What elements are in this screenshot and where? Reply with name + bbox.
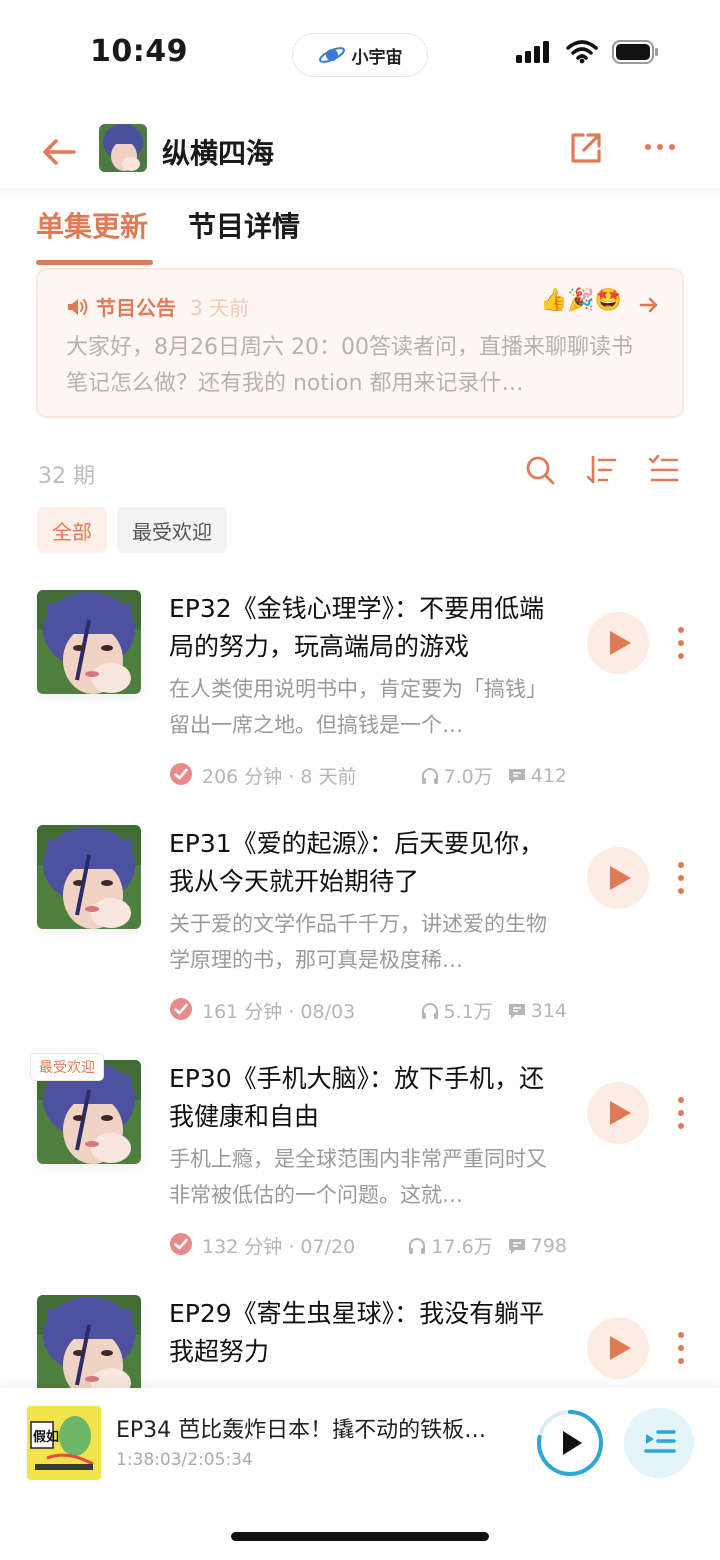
speaker-icon bbox=[68, 298, 88, 315]
playlist-icon bbox=[644, 1430, 676, 1453]
episode-description: 在人类使用说明书中，肯定要为「搞钱」留出一席之地。但搞钱是一个… bbox=[169, 677, 547, 737]
play-icon bbox=[610, 1101, 631, 1125]
app-pill[interactable]: 小宇宙 bbox=[292, 33, 428, 77]
played-check-icon bbox=[170, 763, 192, 785]
signal-icon bbox=[516, 41, 549, 63]
planet-icon bbox=[318, 47, 345, 63]
tab-details[interactable]: 节目详情 bbox=[188, 205, 300, 265]
episode-meta: 132 分钟 · 07/20 17.6万 798 bbox=[169, 1232, 569, 1260]
episode-play-button[interactable] bbox=[587, 1317, 649, 1379]
play-icon bbox=[610, 866, 631, 890]
filter-popular[interactable]: 最受欢迎 bbox=[117, 507, 227, 553]
episode-row[interactable]: EP32《金钱心理学》：不要用低端局的努力，玩高端局的游戏在人类使用说明书中，肯… bbox=[0, 590, 720, 825]
content-tabs: 单集更新 节目详情 bbox=[36, 205, 300, 265]
played-check-icon bbox=[170, 1233, 192, 1255]
announcement-header: 节目公告 3 天前 bbox=[66, 292, 249, 321]
episode-more-icon[interactable] bbox=[676, 626, 686, 660]
play-count: 7.0万 bbox=[443, 766, 493, 788]
battery-icon bbox=[612, 40, 658, 64]
announcement-reactions: 👍🎉🤩 bbox=[540, 288, 623, 313]
tab-episodes[interactable]: 单集更新 bbox=[36, 205, 154, 265]
arrow-right-icon[interactable] bbox=[638, 294, 660, 316]
episode-more-icon[interactable] bbox=[676, 1331, 686, 1365]
episode-cover[interactable] bbox=[37, 590, 141, 694]
player-title: EP34 芭比轰炸日本！撬不动的铁板… bbox=[116, 1418, 487, 1443]
player-play-icon[interactable] bbox=[535, 1408, 605, 1478]
player-cover[interactable]: 假如 bbox=[27, 1406, 101, 1480]
status-time: 10:49 bbox=[90, 34, 188, 69]
announcement-label: 节目公告 bbox=[96, 296, 176, 320]
episode-play-button[interactable] bbox=[587, 1082, 649, 1144]
player-progress-time: 1:38:03/2:05:34 bbox=[116, 1450, 253, 1470]
comment-icon bbox=[508, 1238, 525, 1254]
comment-count: 412 bbox=[530, 764, 567, 787]
headphones-icon bbox=[421, 767, 438, 784]
comment-icon bbox=[508, 1003, 525, 1019]
share-icon[interactable] bbox=[566, 128, 606, 168]
episode-description: 关于爱的文学作品千千万，讲述爱的生物学原理的书，那可真是极度稀… bbox=[169, 912, 547, 972]
search-icon[interactable] bbox=[522, 452, 558, 488]
episode-title[interactable]: EP30《手机大脑》：放下手机，还我健康和自由 bbox=[169, 1060, 569, 1136]
status-icons bbox=[516, 40, 660, 64]
wifi-icon bbox=[566, 40, 598, 64]
comment-count: 798 bbox=[530, 1234, 567, 1257]
play-count: 17.6万 bbox=[431, 1236, 493, 1258]
select-list-icon[interactable] bbox=[646, 452, 682, 488]
episode-duration: 161 分钟 · 08/03 bbox=[202, 1001, 356, 1023]
header-divider bbox=[0, 188, 720, 198]
headphones-icon bbox=[409, 1237, 426, 1254]
podcast-avatar[interactable] bbox=[99, 124, 147, 172]
episode-row[interactable]: 最受欢迎 EP30《手机大脑》：放下手机，还我健康和自由手机上瘾，是全球范围内非常… bbox=[0, 1054, 720, 1295]
episode-more-icon[interactable] bbox=[676, 861, 686, 895]
app-pill-label: 小宇宙 bbox=[351, 47, 403, 68]
more-options-icon[interactable] bbox=[640, 132, 680, 162]
announcement-card[interactable]: 节目公告 3 天前 👍🎉🤩 大家好，8月26日周六 20：00答读者问，直播来聊… bbox=[36, 268, 684, 418]
sort-icon[interactable] bbox=[584, 452, 620, 488]
back-arrow-icon[interactable] bbox=[38, 130, 82, 174]
episode-count: 32 期 bbox=[38, 464, 95, 489]
episode-duration: 132 分钟 · 07/20 bbox=[202, 1236, 356, 1258]
announcement-time: 3 天前 bbox=[190, 296, 250, 320]
episode-title[interactable]: EP31《爱的起源》：后天要见你，我从今天就开始期待了 bbox=[169, 825, 569, 901]
comment-icon bbox=[508, 768, 525, 784]
episode-stats: 7.0万 412 bbox=[420, 762, 567, 789]
comment-count: 314 bbox=[530, 999, 567, 1022]
episode-meta: 161 分钟 · 08/03 5.1万 314 bbox=[169, 997, 569, 1025]
podcast-title: 纵横四海 bbox=[162, 137, 275, 170]
popular-badge: 最受欢迎 bbox=[31, 1054, 103, 1080]
episode-row[interactable]: EP31《爱的起源》：后天要见你，我从今天就开始期待了关于爱的文学作品千千万，讲… bbox=[0, 825, 720, 1060]
episode-duration: 206 分钟 · 8 天前 bbox=[202, 766, 357, 788]
episode-meta: 206 分钟 · 8 天前 7.0万 412 bbox=[169, 762, 569, 790]
episode-title[interactable]: EP29《寄生虫星球》：我没有躺平我超努力 bbox=[169, 1295, 569, 1371]
player-cover-text: 假如 bbox=[33, 1430, 60, 1445]
home-indicator bbox=[231, 1532, 489, 1541]
status-bar: 10:49 小宇宙 bbox=[0, 0, 720, 100]
top-nav: 纵横四海 bbox=[0, 110, 720, 190]
episode-title[interactable]: EP32《金钱心理学》：不要用低端局的努力，玩高端局的游戏 bbox=[169, 590, 569, 666]
list-tools bbox=[522, 452, 682, 488]
episode-description: 手机上瘾，是全球范围内非常严重同时又非常被低估的一个问题。这就… bbox=[169, 1147, 547, 1207]
episode-play-button[interactable] bbox=[587, 612, 649, 674]
play-icon bbox=[610, 631, 631, 655]
episode-play-button[interactable] bbox=[587, 847, 649, 909]
announcement-text: 大家好，8月26日周六 20：00答读者问，直播来聊聊读书笔记怎么做？还有我的 … bbox=[66, 335, 633, 396]
episode-stats: 5.1万 314 bbox=[420, 997, 567, 1024]
play-icon bbox=[610, 1336, 631, 1360]
filter-chips: 全部 最受欢迎 bbox=[37, 507, 227, 553]
headphones-icon bbox=[421, 1002, 438, 1019]
episode-stats: 17.6万 798 bbox=[407, 1232, 567, 1259]
episode-cover[interactable] bbox=[37, 1295, 141, 1399]
played-check-icon bbox=[170, 998, 192, 1020]
episode-more-icon[interactable] bbox=[676, 1096, 686, 1130]
play-count: 5.1万 bbox=[443, 1001, 493, 1023]
playlist-button[interactable] bbox=[624, 1408, 694, 1478]
filter-all[interactable]: 全部 bbox=[37, 507, 107, 553]
episode-cover[interactable] bbox=[37, 825, 141, 929]
